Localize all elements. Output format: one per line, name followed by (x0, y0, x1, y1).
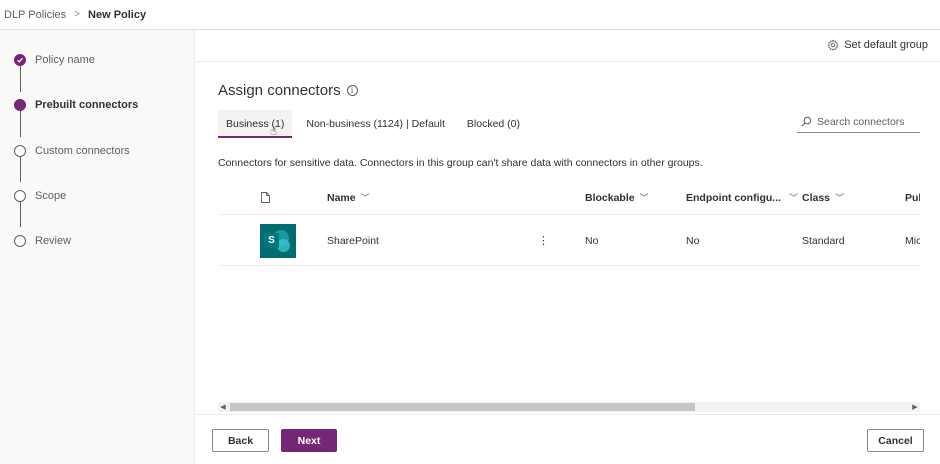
wizard-step-scope[interactable]: Scope (14, 190, 66, 202)
step-connector-line (19, 202, 21, 227)
set-default-group-button[interactable]: Set default group (827, 39, 928, 51)
wizard-footer: Back Next Cancel (196, 414, 940, 464)
cancel-button[interactable]: Cancel (867, 429, 924, 452)
breadcrumb-separator: > (74, 9, 81, 20)
tab-non-business[interactable]: Non-business (1124) | Default (298, 110, 453, 138)
breadcrumb: DLP Policies > New Policy (0, 0, 940, 30)
column-header-class[interactable]: Class ﹀ (802, 180, 844, 215)
wizard-step-label: Review (35, 235, 72, 247)
next-button[interactable]: Next (281, 429, 337, 452)
publisher-value: Mic (905, 235, 920, 247)
column-header-label: Class (802, 191, 831, 204)
sharepoint-icon: S (260, 224, 296, 258)
info-icon[interactable]: i (346, 85, 358, 96)
search-connectors-input[interactable] (817, 115, 917, 128)
pending-step-icon (14, 235, 26, 247)
checkmark-icon (14, 54, 26, 66)
endpoint-configuration-value: No (686, 235, 700, 247)
wizard-step-custom-connectors[interactable]: Custom connectors (14, 145, 130, 157)
set-default-group-label: Set default group (844, 39, 928, 51)
page-title: Assign connectors (218, 82, 341, 99)
file-type-column-header[interactable] (261, 180, 270, 215)
sharepoint-logo-letter: S (264, 233, 279, 248)
main-panel: Set default group Assign connectors i Bu… (196, 30, 940, 464)
step-connector-line (19, 66, 21, 92)
wizard-step-review[interactable]: Review (14, 235, 71, 247)
breadcrumb-current: New Policy (88, 8, 147, 21)
tab-business[interactable]: Business (1) ☝ (218, 110, 293, 138)
chevron-down-icon: ﹀ (639, 193, 649, 203)
group-description: Connectors for sensitive data. Connector… (218, 157, 703, 169)
scrollbar-thumb[interactable] (230, 403, 695, 411)
scroll-right-icon[interactable]: ▶ (910, 402, 920, 412)
wizard-step-label: Policy name (35, 54, 95, 66)
connector-group-tabs: Business (1) ☝ Non-business (1124) | Def… (218, 110, 534, 138)
table-row[interactable]: S SharePoint ⋮ No No Standard Mic (218, 216, 920, 266)
tab-label: Non-business (1124) | Default (306, 118, 445, 130)
column-header-label: Blockable (585, 191, 635, 204)
step-connector-line (19, 157, 21, 182)
connectors-table: Name ﹀ Blockable ﹀ Endpoint configu... ﹀… (218, 180, 920, 408)
class-value: Standard (802, 235, 845, 247)
gear-icon (827, 39, 839, 51)
chevron-down-icon: ﹀ (789, 193, 799, 203)
search-icon (801, 116, 812, 127)
breadcrumb-dlp-policies[interactable]: DLP Policies (4, 9, 66, 21)
column-header-publisher[interactable]: Pub (905, 180, 920, 215)
horizontal-scrollbar[interactable]: ◀ ▶ (218, 402, 920, 412)
chevron-down-icon: ﹀ (835, 193, 845, 203)
wizard-step-prebuilt-connectors[interactable]: Prebuilt connectors (14, 99, 138, 111)
connector-name[interactable]: SharePoint (327, 216, 379, 266)
column-header-name[interactable]: Name ﹀ (327, 180, 370, 215)
command-bar: Set default group (196, 30, 940, 62)
wizard-step-label: Scope (35, 190, 67, 202)
search-box (797, 111, 920, 133)
pending-step-icon (14, 190, 26, 202)
hand-cursor-icon: ☝ (270, 124, 278, 138)
tab-blocked[interactable]: Blocked (0) (459, 110, 528, 138)
current-step-icon (14, 99, 26, 111)
column-header-label: Name (327, 191, 356, 204)
more-options-icon[interactable]: ⋮ (538, 216, 549, 266)
table-header: Name ﹀ Blockable ﹀ Endpoint configu... ﹀… (218, 180, 920, 215)
wizard-step-policy-name[interactable]: Policy name (14, 54, 95, 66)
column-header-label: Endpoint configu... (686, 191, 782, 204)
blockable-value: No (585, 235, 599, 247)
wizard-sidebar: Policy name Prebuilt connectors Custom c… (0, 30, 195, 464)
tab-label: Blocked (0) (466, 118, 520, 130)
scroll-left-icon[interactable]: ◀ (218, 402, 228, 412)
wizard-step-label: Custom connectors (35, 145, 130, 157)
back-button[interactable]: Back (212, 429, 269, 452)
step-connector-line (19, 111, 21, 137)
pending-step-icon (14, 145, 26, 157)
document-icon (261, 192, 270, 203)
connector-icon-cell: S (260, 216, 296, 266)
wizard-step-label: Prebuilt connectors (35, 99, 139, 111)
column-header-blockable[interactable]: Blockable ﹀ (585, 180, 649, 215)
column-header-label: Pub (905, 191, 920, 204)
column-header-endpoint-configuration[interactable]: Endpoint configu... ﹀ (686, 180, 798, 215)
chevron-down-icon: ﹀ (360, 193, 370, 203)
